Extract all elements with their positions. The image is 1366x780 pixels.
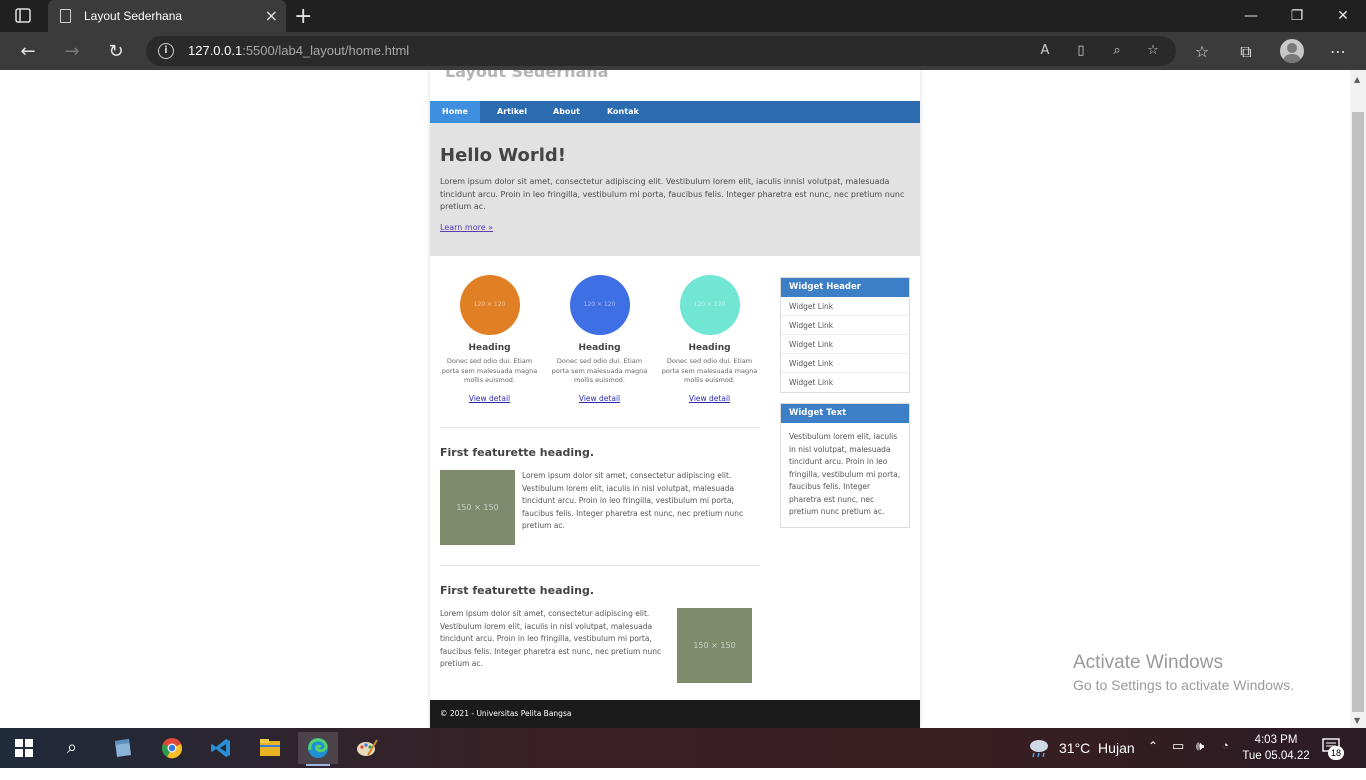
featurette-image: 150 × 150: [677, 608, 752, 683]
vscode-app-icon[interactable]: [201, 732, 241, 764]
browser-tab[interactable]: Layout Sederhana ×: [48, 0, 286, 32]
menu-home[interactable]: Home: [430, 101, 480, 123]
more-menu-icon[interactable]: ⋯: [1326, 40, 1350, 64]
view-detail-link[interactable]: View detail: [579, 394, 620, 403]
clock-date: Tue 05.04.22: [1242, 750, 1310, 762]
menu-kontak[interactable]: Kontak: [591, 101, 655, 123]
feature-text: Donec sed odio dui. Etiam porta sem male…: [441, 357, 538, 384]
widget-link[interactable]: Widget Link: [781, 354, 909, 373]
windows-taskbar: ⌕ 31°C Hujan ⌃ ▭ 🕪 ◔ 4:03 PM Tue 05.04.2…: [0, 728, 1366, 768]
address-bar[interactable]: i 127.0.0.1:5500/lab4_layout/home.html A…: [146, 36, 1176, 66]
watermark-title: Activate Windows: [1073, 652, 1223, 673]
page-viewport: Layout Sederhana Home Artikel About Kont…: [0, 70, 1350, 728]
tab-actions-icon[interactable]: [10, 7, 38, 25]
widget-link[interactable]: Widget Link: [781, 373, 909, 392]
widget-text-body: Vestibulum lorem elit, iaculis in nisl v…: [789, 432, 901, 516]
feature-card: 120 × 120 Heading Donec sed odio dui. Et…: [547, 275, 652, 405]
featurette-heading: First featurette heading.: [440, 584, 595, 597]
notepad-app-icon[interactable]: [102, 732, 142, 764]
feature-heading: Heading: [468, 343, 511, 353]
feature-image: 120 × 120: [459, 275, 520, 335]
back-arrow-icon[interactable]: ←: [16, 40, 40, 64]
notification-badge: 18: [1328, 746, 1344, 760]
active-indicator: [306, 764, 330, 766]
weather-text: 31°C Hujan: [1059, 740, 1135, 756]
volume-icon[interactable]: 🕪: [1196, 738, 1204, 778]
nav-menu: Home Artikel About Kontak: [430, 101, 920, 123]
paint-app-icon[interactable]: [347, 732, 387, 764]
immersive-reader-icon[interactable]: ▯: [1072, 42, 1090, 60]
featurette-heading: First featurette heading.: [440, 446, 595, 459]
feature-image: 120 × 120: [679, 275, 740, 335]
page-scrollbar[interactable]: ▲ ▼: [1350, 70, 1366, 728]
feature-image: 120 × 120: [569, 275, 630, 335]
address-toolbar: ← → ↻ i 127.0.0.1:5500/lab4_layout/home.…: [0, 32, 1366, 70]
minimize-button[interactable]: —: [1228, 0, 1274, 32]
start-button[interactable]: [4, 732, 44, 764]
favorites-icon[interactable]: ☆: [1190, 40, 1214, 64]
restore-button[interactable]: ❐: [1274, 0, 1320, 32]
read-aloud-icon[interactable]: A: [1036, 42, 1054, 60]
view-detail-link[interactable]: View detail: [469, 394, 510, 403]
page-container: Layout Sederhana Home Artikel About Kont…: [430, 70, 920, 728]
widget-header: Widget Header: [781, 278, 909, 297]
notification-center-icon[interactable]: 18: [1322, 738, 1344, 778]
chrome-app-icon[interactable]: [152, 732, 192, 764]
feature-heading: Heading: [578, 343, 621, 353]
zoom-icon[interactable]: ⌕: [1108, 42, 1126, 60]
feature-text: Donec sed odio dui. Etiam porta sem male…: [661, 357, 758, 384]
menu-artikel[interactable]: Artikel: [481, 101, 543, 123]
add-favorite-icon[interactable]: ☆: [1144, 42, 1162, 60]
feature-card: 120 × 120 Heading Donec sed odio dui. Et…: [437, 275, 542, 405]
page-footer: © 2021 - Universitas Pelita Bangsa: [430, 700, 920, 728]
widget-text: Widget Text Vestibulum lorem elit, iacul…: [780, 403, 910, 528]
scroll-up-icon[interactable]: ▲: [1354, 75, 1360, 84]
menu-about[interactable]: About: [537, 101, 596, 123]
window-controls: — ❐ ✕: [1228, 0, 1366, 32]
widget-links: Widget Header Widget Link Widget Link Wi…: [780, 277, 910, 393]
browser-tab-bar: Layout Sederhana × + — ❐ ✕: [0, 0, 1366, 32]
tab-title: Layout Sederhana: [84, 9, 183, 23]
collections-icon[interactable]: ⧉: [1234, 40, 1258, 64]
featurette-image: 150 × 150: [440, 470, 515, 545]
hero-heading: Hello World!: [440, 145, 566, 166]
url-text[interactable]: 127.0.0.1:5500/lab4_layout/home.html: [188, 43, 409, 58]
divider: [440, 565, 760, 566]
refresh-icon[interactable]: ↻: [104, 40, 128, 64]
show-hidden-icons-chevron-icon[interactable]: ⌃: [1148, 739, 1158, 779]
new-tab-button[interactable]: +: [294, 4, 312, 29]
hero-section: Hello World! Lorem ipsum dolor sit amet,…: [430, 123, 920, 256]
profile-avatar[interactable]: [1280, 39, 1304, 63]
wifi-icon[interactable]: ◔: [1222, 740, 1229, 780]
view-detail-link[interactable]: View detail: [689, 394, 730, 403]
hero-text: Lorem ipsum dolor sit amet, consectetur …: [440, 177, 905, 211]
taskbar-clock[interactable]: 4:03 PM Tue 05.04.22: [1242, 732, 1310, 764]
network-icon[interactable]: ▭: [1172, 738, 1184, 778]
edge-app-icon[interactable]: [298, 732, 338, 766]
close-window-button[interactable]: ✕: [1320, 0, 1366, 32]
scroll-down-icon[interactable]: ▼: [1354, 716, 1360, 725]
featurette-text: Lorem ipsum dolor sit amet, consectetur …: [440, 609, 662, 668]
site-info-icon[interactable]: i: [158, 43, 174, 59]
page-icon: [60, 9, 71, 23]
feature-card: 120 × 120 Heading Donec sed odio dui. Et…: [657, 275, 762, 405]
watermark-subtitle: Go to Settings to activate Windows.: [1073, 677, 1294, 693]
forward-arrow-icon[interactable]: →: [60, 40, 84, 64]
divider: [440, 427, 760, 428]
clock-time: 4:03 PM: [1254, 734, 1298, 746]
widget-link[interactable]: Widget Link: [781, 297, 909, 316]
learn-more-link[interactable]: Learn more »: [440, 223, 493, 232]
close-tab-icon[interactable]: ×: [265, 6, 278, 25]
feature-heading: Heading: [688, 343, 731, 353]
scrollbar-thumb[interactable]: [1352, 112, 1364, 712]
activate-windows-watermark: Activate Windows Go to Settings to activ…: [1073, 652, 1294, 693]
featurette-text: Lorem ipsum dolor sit amet, consectetur …: [522, 471, 744, 530]
file-explorer-app-icon[interactable]: [250, 732, 290, 764]
feature-text: Donec sed odio dui. Etiam porta sem male…: [551, 357, 648, 384]
search-icon[interactable]: ⌕: [52, 732, 92, 764]
widget-link[interactable]: Widget Link: [781, 316, 909, 335]
widget-text-header: Widget Text: [781, 404, 909, 423]
widget-link[interactable]: Widget Link: [781, 335, 909, 354]
site-title: Layout Sederhana: [445, 70, 609, 81]
